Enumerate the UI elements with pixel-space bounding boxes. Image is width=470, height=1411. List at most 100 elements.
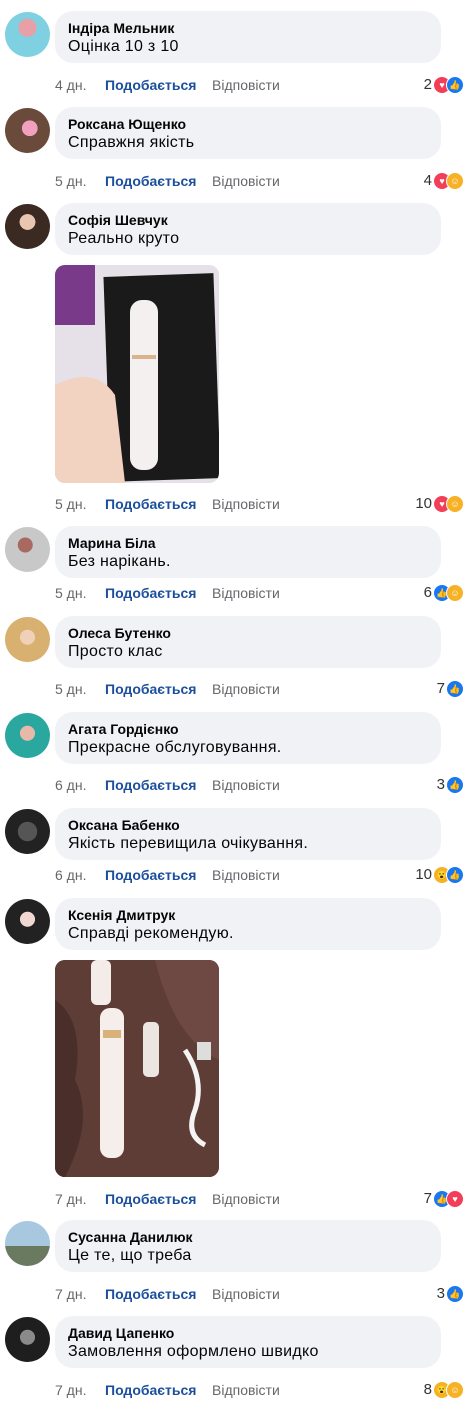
comment-author[interactable]: Софія Шевчук [68,211,428,229]
comment-author[interactable]: Ксенія Дмитрук [68,906,428,924]
comment-time[interactable]: 7 дн. [55,1189,86,1209]
comment-bubble: Олеса Бутенко Просто клас [55,616,441,668]
avatar[interactable] [5,899,50,944]
comment-author[interactable]: Сусанна Данилюк [68,1228,428,1246]
reply-button[interactable]: Відповісти [212,1380,280,1400]
comment-meta: 5 дн. Подобається Відповісти 10 ♥ ☺ [0,494,470,514]
reply-button[interactable]: Відповісти [212,1189,280,1209]
comment-author[interactable]: Олеса Бутенко [68,624,428,642]
comment: Роксана Ющенко Справжня якість 5 дн. Под… [0,96,470,196]
like-button[interactable]: Подобається [105,494,196,514]
comment-meta: 5 дн. Подобається Відповісти 7 👍 [0,679,470,699]
comment-text: Просто клас [68,643,163,660]
reaction-count: 6 [423,584,432,601]
comment-time[interactable]: 5 дн. [55,494,86,514]
comment-time[interactable]: 7 дн. [55,1284,86,1304]
product-box-image [55,265,219,483]
reactions[interactable]: 7 👍 [437,679,464,699]
comment-time[interactable]: 5 дн. [55,171,86,191]
reactions[interactable]: 4 ♥ ☺ [424,171,464,191]
comment: Оксана Бабенко Якість перевищила очікува… [0,797,470,889]
reactions[interactable]: 7 👍 ♥ [424,1189,464,1209]
avatar[interactable] [5,1221,50,1266]
comment-time[interactable]: 7 дн. [55,1380,86,1400]
care-icon: ☺ [446,1381,464,1399]
avatar[interactable] [5,108,50,153]
comment-time[interactable]: 5 дн. [55,583,86,603]
reaction-count: 3 [436,1285,445,1302]
reactions[interactable]: 3 👍 [437,1284,464,1304]
comment-time[interactable]: 6 дн. [55,775,86,795]
comment-meta: 7 дн. Подобається Відповісти 3 👍 [0,1284,470,1304]
comment-author[interactable]: Марина Біла [68,534,428,552]
comment-bubble: Агата Гордієнко Прекрасне обслуговування… [55,712,441,764]
reactions[interactable]: 10 😮 👍 [415,865,464,885]
like-button[interactable]: Подобається [105,583,196,603]
comment-bubble: Індіра Мельник Оцінка 10 з 10 [55,11,441,63]
comment-time[interactable]: 6 дн. [55,865,86,885]
comment-author[interactable]: Роксана Ющенко [68,115,428,133]
reaction-count: 7 [436,680,445,697]
comment: Індіра Мельник Оцінка 10 з 10 4 дн. Подо… [0,0,470,100]
comment-author[interactable]: Індіра Мельник [68,19,428,37]
comment-author[interactable]: Давид Цапенко [68,1324,428,1342]
avatar[interactable] [5,713,50,758]
avatar[interactable] [5,617,50,662]
reply-button[interactable]: Відповісти [212,494,280,514]
reactions[interactable]: 8 😮 ☺ [424,1380,464,1400]
like-button[interactable]: Подобається [105,1189,196,1209]
care-icon: ☺ [446,495,464,513]
comment: Марина Біла Без нарікань. 5 дн. Подобаєт… [0,513,470,613]
like-button[interactable]: Подобається [105,775,196,795]
reply-button[interactable]: Відповісти [212,75,280,95]
like-button[interactable]: Подобається [105,1380,196,1400]
reply-button[interactable]: Відповісти [212,775,280,795]
comment-photo[interactable] [55,265,219,483]
comment-text: Замовлення оформлено швидко [68,1343,319,1360]
reactions[interactable]: 6 👍 ☺ [424,583,464,603]
reaction-count: 4 [423,172,432,189]
reply-button[interactable]: Відповісти [212,583,280,603]
comment-author[interactable]: Оксана Бабенко [68,816,428,834]
like-button[interactable]: Подобається [105,75,196,95]
reaction-count: 2 [423,76,432,93]
avatar[interactable] [5,204,50,249]
reactions[interactable]: 2 ♥ 👍 [424,75,464,95]
reply-button[interactable]: Відповісти [212,171,280,191]
reactions[interactable]: 3 👍 [437,775,464,795]
comment-meta: 4 дн. Подобається Відповісти 2 ♥ 👍 [0,75,470,95]
reply-button[interactable]: Відповісти [212,865,280,885]
comment-bubble: Марина Біла Без нарікань. [55,526,441,578]
like-button[interactable]: Подобається [105,679,196,699]
comment-author[interactable]: Агата Гордієнко [68,720,428,738]
care-icon: ☺ [446,172,464,190]
avatar[interactable] [5,809,50,854]
comment-meta: 7 дн. Подобається Відповісти 7 👍 ♥ [0,1189,470,1209]
comment-text: Справді рекомендую. [68,925,234,942]
comment-text: Реально круто [68,230,180,247]
care-icon: ☺ [446,584,464,602]
reaction-count: 7 [423,1190,432,1207]
like-button[interactable]: Подобається [105,171,196,191]
like-button[interactable]: Подобається [105,865,196,885]
avatar[interactable] [5,12,50,57]
comment-text: Якість перевищила очікування. [68,835,309,852]
comment-text: Оцінка 10 з 10 [68,38,179,55]
comment-photo[interactable] [55,960,219,1177]
comment-time[interactable]: 5 дн. [55,679,86,699]
avatar[interactable] [5,1317,50,1362]
like-icon: 👍 [446,680,464,698]
reply-button[interactable]: Відповісти [212,679,280,699]
comment-meta: 6 дн. Подобається Відповісти 3 👍 [0,775,470,795]
comment: Давид Цапенко Замовлення оформлено швидк… [0,1305,470,1411]
reply-button[interactable]: Відповісти [212,1284,280,1304]
comment-bubble: Роксана Ющенко Справжня якість [55,107,441,159]
reactions[interactable]: 10 ♥ ☺ [415,494,464,514]
like-icon: 👍 [446,76,464,94]
like-icon: 👍 [446,866,464,884]
avatar[interactable] [5,527,50,572]
like-button[interactable]: Подобається [105,1284,196,1304]
reaction-count: 10 [415,866,432,883]
comment-time[interactable]: 4 дн. [55,75,86,95]
reaction-count: 8 [423,1381,432,1398]
